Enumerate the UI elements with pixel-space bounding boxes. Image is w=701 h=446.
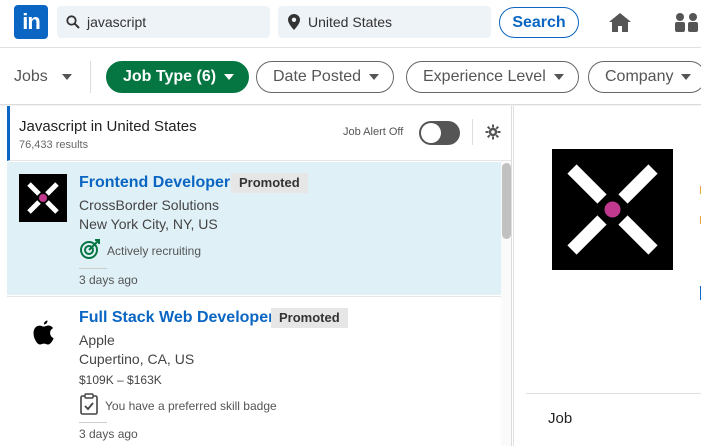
target-icon	[79, 238, 101, 263]
search-type-label: Jobs	[14, 68, 48, 85]
job-results-list: Javascript in United States 76,433 resul…	[7, 106, 512, 446]
company-filter[interactable]: Company	[588, 61, 701, 93]
job-location: New York City, NY, US	[79, 216, 218, 232]
gear-icon[interactable]	[485, 124, 501, 140]
posted-date: 3 days ago	[79, 427, 138, 441]
home-icon[interactable]	[607, 10, 633, 36]
job-card[interactable]: Frontend Developer Promoted CrossBorder …	[7, 162, 501, 295]
job-title-link[interactable]: Frontend Developer	[79, 174, 230, 192]
location-pin-icon	[286, 14, 302, 30]
linkedin-logo[interactable]: in	[14, 5, 48, 39]
keyword-search-input[interactable]: javascript	[57, 6, 270, 38]
crossborder-logo	[552, 149, 673, 270]
clipboard-check-icon	[79, 393, 99, 418]
detail-section-label: Job	[548, 410, 573, 427]
detail-divider	[526, 393, 701, 394]
scrollbar-thumb[interactable]	[502, 163, 511, 239]
location-search-input[interactable]: United States	[278, 6, 491, 38]
search-icon	[65, 14, 81, 30]
experience-level-filter[interactable]: Experience Level	[406, 61, 579, 93]
toggle-knob	[421, 123, 441, 143]
keyword-search-value: javascript	[87, 14, 147, 30]
company-name: CrossBorder Solutions	[79, 197, 220, 213]
job-alert-toggle[interactable]	[419, 121, 460, 145]
job-type-filter[interactable]: Job Type (6)	[106, 61, 250, 93]
chevron-down-icon	[224, 74, 235, 80]
top-navigation-bar: in javascript United States Search	[0, 0, 701, 48]
search-type-dropdown[interactable]: Jobs	[14, 68, 72, 86]
header-divider	[472, 119, 473, 145]
search-filter-bar: Jobs Job Type (6) Date Posted Experience…	[0, 49, 701, 105]
company-name: Apple	[79, 332, 115, 348]
company-filter-label: Company	[605, 68, 674, 85]
card-divider	[79, 268, 107, 269]
job-detail-pane: Job	[513, 106, 701, 446]
salary-range: $109K – $163K	[79, 373, 162, 387]
crossborder-logo	[19, 174, 67, 222]
promoted-badge: Promoted	[231, 173, 308, 193]
chevron-down-icon	[369, 74, 380, 80]
job-card[interactable]: Full Stack Web Developer Promoted Apple …	[7, 296, 501, 446]
job-insight-text: Actively recruiting	[107, 243, 202, 258]
results-title: Javascript in United States	[19, 118, 197, 135]
chevron-down-icon	[681, 74, 692, 80]
chevron-down-icon	[553, 74, 564, 80]
job-insight: Actively recruiting	[79, 238, 201, 263]
promoted-badge: Promoted	[271, 308, 348, 328]
date-posted-filter[interactable]: Date Posted	[256, 61, 395, 93]
experience-level-filter-label: Experience Level	[423, 68, 546, 85]
job-insight-text: You have a preferred skill badge	[105, 398, 277, 413]
job-title-link[interactable]: Full Stack Web Developer	[79, 309, 274, 327]
job-alert-label: Job Alert Off	[343, 126, 404, 138]
location-search-value: United States	[308, 14, 393, 30]
date-posted-filter-label: Date Posted	[273, 68, 362, 85]
apple-logo	[19, 311, 67, 359]
card-divider	[79, 422, 107, 423]
my-network-icon[interactable]	[673, 10, 699, 36]
results-count: 76,433 results	[19, 139, 89, 151]
job-insight: You have a preferred skill badge	[79, 393, 277, 418]
chevron-down-icon	[61, 74, 72, 80]
filter-divider	[90, 61, 91, 93]
job-type-filter-label: Job Type (6)	[123, 68, 217, 85]
posted-date: 3 days ago	[79, 273, 138, 287]
search-button[interactable]: Search	[499, 7, 579, 38]
results-scrollbar[interactable]	[501, 161, 511, 446]
job-location: Cupertino, CA, US	[79, 351, 195, 367]
results-header: Javascript in United States 76,433 resul…	[7, 106, 511, 161]
